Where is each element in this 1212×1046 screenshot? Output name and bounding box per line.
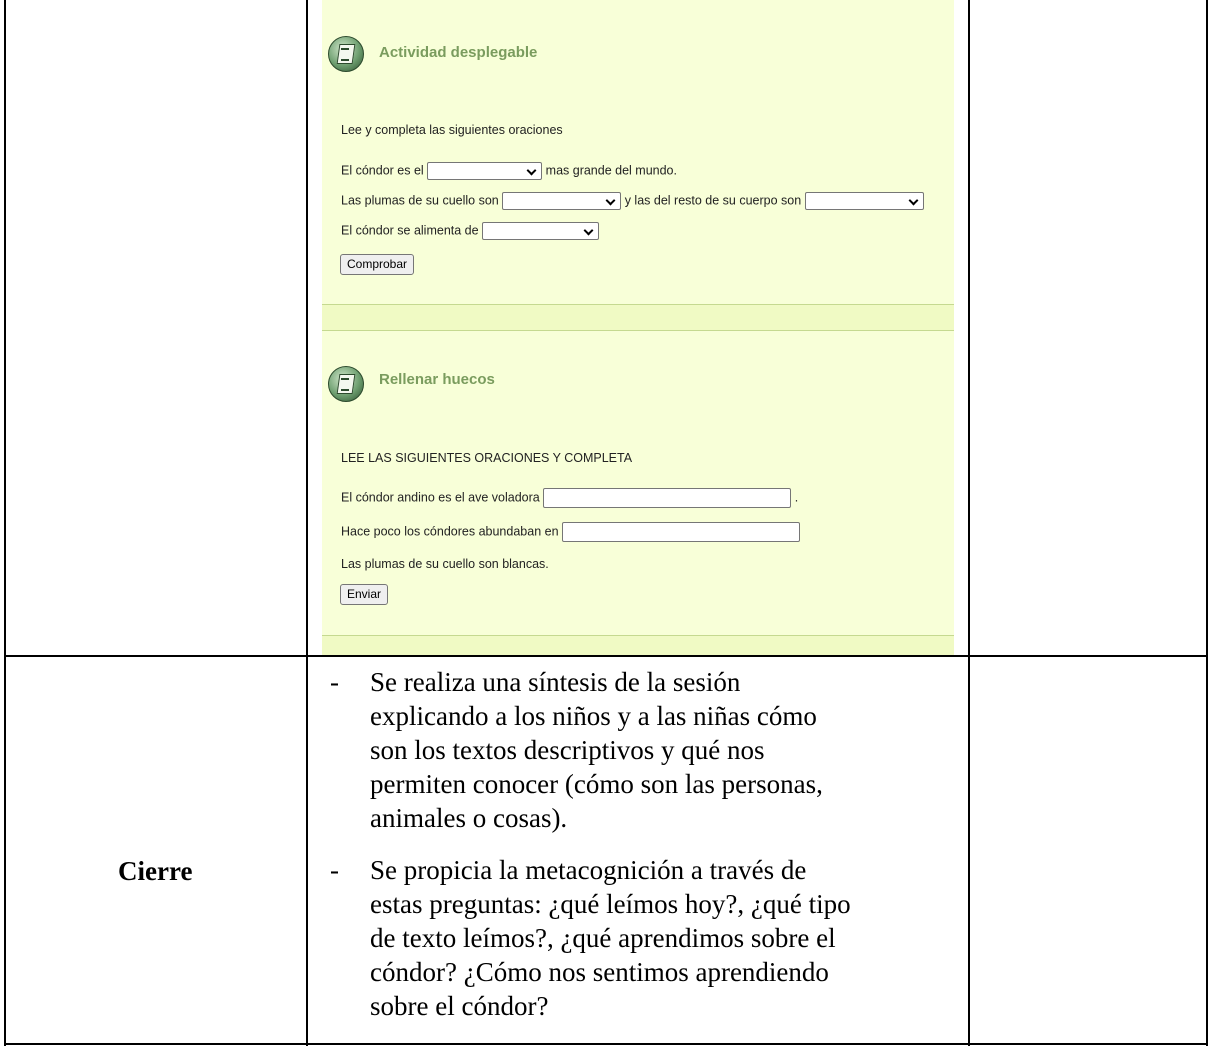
table-border-left	[4, 0, 6, 1046]
dropdown-4[interactable]	[482, 222, 600, 240]
rellenar-line2-before-text: Hace poco los cóndores abundaban en	[341, 524, 559, 539]
idevice-icon	[328, 36, 364, 72]
bullet-line: Se propicia la metacognición a través de	[370, 855, 807, 885]
idevice-icon	[328, 366, 364, 402]
table-border-col2	[968, 0, 970, 1046]
bullet-line: cóndor? ¿Cómo nos sentimos aprendiendo	[370, 957, 829, 987]
table-border-right	[1206, 0, 1208, 1046]
line2-middle-text: y las del resto de su cuerpo son	[624, 193, 802, 208]
table-border-col1	[306, 0, 308, 1046]
bullet-dash: -	[330, 855, 339, 885]
cierre-label: Cierre	[118, 856, 193, 886]
actividad-line-2: Las plumas de su cuello son y las del re…	[341, 192, 924, 210]
rellenar-line-3: Las plumas de su cuello son blancas.	[341, 557, 549, 571]
bullet-line: sobre el cóndor?	[370, 991, 549, 1021]
answer-input-1[interactable]	[543, 488, 792, 508]
cierre-bullet-1: Se realiza una síntesis de la sesión exp…	[370, 665, 940, 835]
actividad-instruction: Lee y completa las siguientes oraciones	[341, 123, 563, 137]
answer-input-2[interactable]	[562, 522, 801, 542]
dropdown-1[interactable]	[427, 162, 543, 180]
separator-band	[322, 636, 954, 655]
separator-band	[322, 305, 954, 330]
bullet-line: permiten conocer (cómo son las personas,	[370, 769, 823, 799]
enviar-button[interactable]: Enviar	[340, 584, 389, 605]
comprobar-button[interactable]: Comprobar	[340, 254, 415, 275]
dropdown-3[interactable]	[804, 192, 924, 210]
rellenar-line1-before-text: El cóndor andino es el ave voladora	[341, 490, 540, 505]
activity-panel: Actividad desplegable Lee y completa las…	[322, 0, 954, 655]
bullet-line: estas preguntas: ¿qué leímos hoy?, ¿qué …	[370, 889, 851, 919]
rellenar-instruction: LEE LAS SIGUIENTES ORACIONES Y COMPLETA	[341, 451, 633, 465]
actividad-line-1: El cóndor es el mas grande del mundo.	[341, 162, 677, 180]
bullet-line: animales o cosas).	[370, 803, 568, 833]
table-border-bottom	[4, 1043, 1208, 1045]
bullet-line: Se realiza una síntesis de la sesión	[370, 667, 741, 697]
rellenar-huecos-title: Rellenar huecos	[379, 371, 495, 388]
separator-line	[322, 330, 954, 331]
bullet-line: son los textos descriptivos y qué nos	[370, 735, 765, 765]
line3-before-text: El cóndor se alimenta de	[341, 223, 479, 238]
cierre-bullet-2: Se propicia la metacognición a través de…	[370, 853, 940, 1023]
table-row-divider	[4, 655, 1208, 657]
rellenar-line-1: El cóndor andino es el ave voladora .	[341, 488, 798, 508]
dropdown-2[interactable]	[502, 192, 622, 210]
bullet-line: explicando a los niños y a las niñas cóm…	[370, 701, 817, 731]
bullet-line: de texto leímos?, ¿qué aprendimos sobre …	[370, 923, 836, 953]
line2-before-text: Las plumas de su cuello son	[341, 193, 499, 208]
line1-before-text: El cóndor es el	[341, 163, 424, 178]
line1-after-text: mas grande del mundo.	[545, 163, 677, 178]
rellenar-line1-after-text: .	[794, 490, 799, 505]
actividad-line-3: El cóndor se alimenta de	[341, 222, 600, 240]
rellenar-line-2: Hace poco los cóndores abundaban en	[341, 522, 801, 542]
actividad-desplegable-title: Actividad desplegable	[379, 44, 538, 61]
bullet-dash: -	[330, 667, 339, 697]
